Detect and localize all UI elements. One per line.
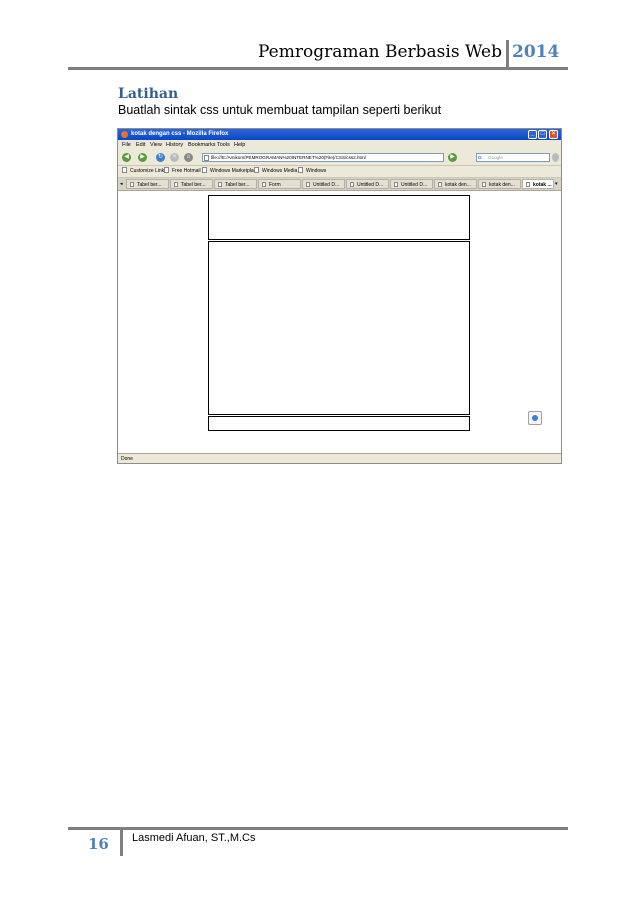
tab-item[interactable]: Tabel ber... bbox=[170, 179, 213, 189]
tab-label: kotak den... bbox=[445, 182, 471, 188]
footer-divider bbox=[120, 828, 123, 856]
search-input[interactable]: G Google bbox=[476, 153, 550, 162]
bookmark-page-icon bbox=[298, 167, 303, 173]
tab-label: Untitled D... bbox=[313, 182, 340, 188]
scroll-top-icon[interactable] bbox=[528, 411, 542, 425]
tab-label: Tabel ber... bbox=[137, 182, 162, 188]
tab-item[interactable]: kotak den... bbox=[434, 179, 477, 189]
tab-page-icon bbox=[218, 182, 222, 187]
tab-page-icon bbox=[526, 182, 530, 187]
status-bar: Done bbox=[118, 453, 561, 463]
menu-bookmarks[interactable]: Bookmarks bbox=[188, 140, 216, 150]
tab-page-icon bbox=[306, 182, 310, 187]
bookmark-label: Windows Media bbox=[262, 168, 298, 174]
header-rule bbox=[68, 67, 568, 70]
tab-item[interactable]: kotak den... bbox=[478, 179, 521, 189]
maximize-icon[interactable]: □ bbox=[538, 130, 547, 139]
header-divider bbox=[506, 40, 509, 68]
tab-item[interactable]: Tabel ber... bbox=[214, 179, 257, 189]
window-title: kotak dengan css - Mozilla Firefox bbox=[131, 131, 229, 137]
go-icon[interactable]: ▶ bbox=[448, 153, 457, 162]
tab-item[interactable]: Untitled D... bbox=[346, 179, 389, 189]
tab-page-icon bbox=[350, 182, 354, 187]
window-titlebar: kotak dengan css - Mozilla Firefox _ □ × bbox=[118, 129, 561, 140]
bookmark-windows-marketplace[interactable]: Windows Marketplace bbox=[202, 166, 259, 177]
bookmark-label: Windows Marketplace bbox=[210, 168, 259, 174]
tab-item[interactable]: Untitled D... bbox=[302, 179, 345, 189]
tab-page-icon bbox=[174, 182, 178, 187]
tab-page-icon bbox=[482, 182, 486, 187]
menu-history[interactable]: History bbox=[166, 140, 183, 150]
close-icon[interactable]: × bbox=[549, 130, 558, 139]
forward-icon[interactable]: ▶ bbox=[138, 153, 147, 162]
tab-label: Untitled D... bbox=[401, 182, 428, 188]
search-go-icon[interactable] bbox=[552, 153, 559, 162]
bookmark-customize-links[interactable]: Customize Links bbox=[122, 166, 167, 177]
tab-label: Form bbox=[269, 182, 281, 188]
bookmark-windows[interactable]: Windows bbox=[298, 166, 326, 177]
bookmark-page-icon bbox=[122, 167, 127, 173]
bookmark-label: Windows bbox=[306, 168, 327, 174]
menu-view[interactable]: View bbox=[150, 140, 162, 150]
menu-bar: File Edit View History Bookmarks Tools H… bbox=[118, 140, 561, 150]
bookmark-page-icon bbox=[254, 167, 259, 173]
stop-icon[interactable]: × bbox=[170, 153, 179, 162]
bookmark-windows-media[interactable]: Windows Media bbox=[254, 166, 297, 177]
reload-icon[interactable]: ↻ bbox=[156, 153, 165, 162]
bookmark-page-icon bbox=[202, 167, 207, 173]
menu-edit[interactable]: Edit bbox=[136, 140, 145, 150]
bookmark-label: Customize Links bbox=[130, 168, 167, 174]
navigation-toolbar: ◀ ▶ ↻ × ⌂ file:///E:/Amikom/PEMROGRAMAN%… bbox=[118, 150, 561, 166]
page-content bbox=[118, 191, 561, 453]
running-header-title: Pemrograman Berbasis Web bbox=[258, 42, 502, 62]
bookmark-label: Free Hotmail bbox=[172, 168, 201, 174]
bookmark-page-icon bbox=[164, 167, 169, 173]
address-bar[interactable]: file:///E:/Amikom/PEMROGRAMAN%20INTERNET… bbox=[202, 153, 444, 162]
tab-scroll-left-icon[interactable]: ◂ bbox=[120, 178, 123, 190]
home-icon[interactable]: ⌂ bbox=[184, 153, 193, 162]
back-icon[interactable]: ◀ bbox=[122, 153, 131, 162]
tab-page-icon bbox=[262, 182, 266, 187]
footer-box bbox=[208, 416, 470, 431]
tab-page-icon bbox=[130, 182, 134, 187]
page-icon bbox=[204, 155, 209, 161]
section-heading: Latihan bbox=[118, 86, 179, 102]
tab-item[interactable]: Form bbox=[258, 179, 301, 189]
bookmarks-toolbar: Customize Links Free Hotmail Windows Mar… bbox=[118, 166, 561, 178]
address-url: file:///E:/Amikom/PEMROGRAMAN%20INTERNET… bbox=[211, 155, 366, 160]
tab-page-icon bbox=[394, 182, 398, 187]
footer-author: Lasmedi Afuan, ST.,M.Cs bbox=[132, 832, 256, 844]
menu-tools[interactable]: Tools bbox=[217, 140, 230, 150]
tab-list-icon[interactable]: ▾ bbox=[555, 178, 558, 190]
minimize-icon[interactable]: _ bbox=[528, 130, 537, 139]
browser-screenshot: kotak dengan css - Mozilla Firefox _ □ ×… bbox=[117, 128, 562, 464]
header-box bbox=[208, 195, 470, 240]
tab-bar: ◂ Tabel ber... Tabel ber... Tabel ber...… bbox=[118, 178, 561, 191]
tab-label: Untitled D... bbox=[357, 182, 384, 188]
tab-item-active[interactable]: kotak ... bbox=[522, 179, 554, 189]
tab-label: Tabel ber... bbox=[225, 182, 250, 188]
tab-label: kotak den... bbox=[489, 182, 515, 188]
tab-page-icon bbox=[438, 182, 442, 187]
google-icon: G bbox=[478, 155, 482, 160]
instruction-text: Buatlah sintak css untuk membuat tampila… bbox=[118, 103, 442, 117]
footer-rule bbox=[68, 827, 568, 830]
bookmark-free-hotmail[interactable]: Free Hotmail bbox=[164, 166, 201, 177]
tab-item[interactable]: Untitled D... bbox=[390, 179, 433, 189]
page-number: 16 bbox=[88, 835, 109, 853]
tab-item[interactable]: Tabel ber... bbox=[126, 179, 169, 189]
running-header-year: 2014 bbox=[512, 42, 560, 62]
tab-label: Tabel ber... bbox=[181, 182, 206, 188]
tab-label: kotak ... bbox=[533, 182, 552, 188]
search-placeholder: Google bbox=[488, 155, 503, 160]
menu-file[interactable]: File bbox=[122, 140, 131, 150]
firefox-icon bbox=[121, 131, 128, 138]
menu-help[interactable]: Help bbox=[234, 140, 245, 150]
content-box bbox=[208, 241, 470, 415]
